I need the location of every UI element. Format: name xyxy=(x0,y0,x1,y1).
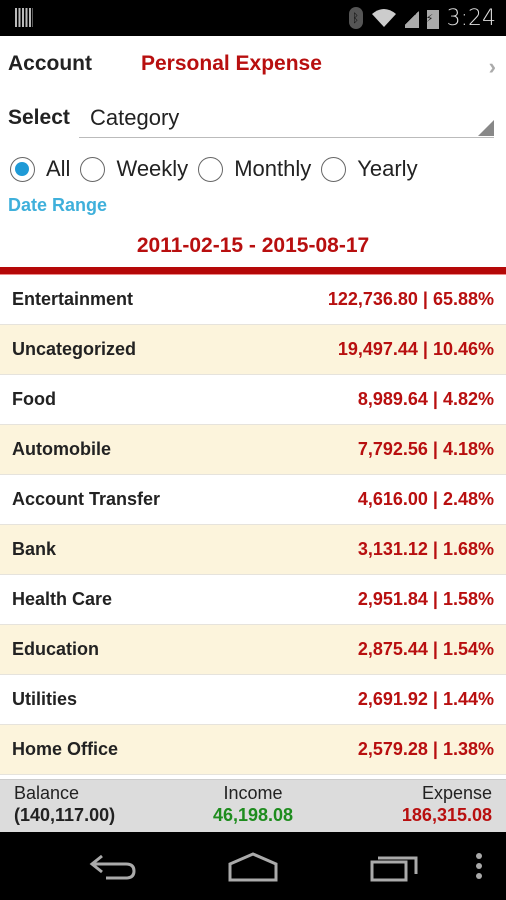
category-name: Bank xyxy=(12,539,57,559)
category-amount: 7,792.56 | 4.18% xyxy=(357,439,494,459)
back-icon[interactable] xyxy=(88,852,136,880)
select-label: Select xyxy=(8,106,70,129)
category-name: Food xyxy=(12,389,56,409)
category-amount: 8,989.64 | 4.82% xyxy=(357,389,494,409)
category-name: Automobile xyxy=(12,439,111,459)
recent-apps-icon[interactable] xyxy=(370,852,418,882)
radio-monthly[interactable]: Monthly xyxy=(198,156,311,182)
signal-icon xyxy=(404,8,419,28)
category-name: Utilities xyxy=(12,689,78,709)
radio-unchecked-icon[interactable] xyxy=(198,156,224,182)
radio-label: Weekly xyxy=(116,156,189,181)
list-item[interactable]: Automobile 7,792.56 | 4.18% xyxy=(0,425,506,475)
category-amount: 2,951.84 | 1.58% xyxy=(357,589,494,609)
radio-yearly[interactable]: Yearly xyxy=(321,156,418,182)
expense-value: 186,315.08 xyxy=(401,805,492,825)
date-range-value[interactable]: 2011-02-15 - 2015-08-17 xyxy=(0,234,506,258)
category-amount: 19,497.44 | 10.46% xyxy=(337,339,494,359)
battery-icon xyxy=(426,7,439,29)
category-name: Health Care xyxy=(12,589,113,609)
category-name: Entertainment xyxy=(12,289,134,309)
radio-label: Monthly xyxy=(234,156,312,181)
account-row[interactable]: Account Personal Expense › xyxy=(8,52,496,82)
radio-unchecked-icon[interactable] xyxy=(321,156,347,182)
period-radio-group: All Weekly Monthly Yearly xyxy=(10,154,428,184)
navigation-bar xyxy=(0,832,506,900)
divider xyxy=(0,267,506,275)
radio-all[interactable]: All xyxy=(10,156,70,182)
notification-icon xyxy=(15,8,33,27)
category-amount: 2,691.92 | 1.44% xyxy=(357,689,494,709)
bluetooth-icon: ᛒ xyxy=(348,7,363,29)
list-item[interactable]: Account Transfer 4,616.00 | 2.48% xyxy=(0,475,506,525)
overflow-menu-icon[interactable] xyxy=(474,852,484,882)
status-bar: ᛒ 3:24 xyxy=(0,0,506,36)
clock: 3:24 xyxy=(446,5,496,31)
radio-checked-icon[interactable] xyxy=(10,156,35,182)
radio-unchecked-icon[interactable] xyxy=(80,156,106,182)
category-amount: 4,616.00 | 2.48% xyxy=(357,489,494,509)
list-item[interactable]: Uncategorized 19,497.44 | 10.46% xyxy=(0,325,506,375)
date-range-label[interactable]: Date Range xyxy=(8,195,107,216)
expense-label: Expense xyxy=(421,783,492,803)
expense-summary: Expense 186,315.08 xyxy=(402,783,492,826)
account-label: Account xyxy=(8,52,92,75)
radio-weekly[interactable]: Weekly xyxy=(80,156,188,182)
list-item[interactable]: Entertainment 122,736.80 | 65.88% xyxy=(0,275,506,325)
chevron-right-icon[interactable]: › xyxy=(489,54,496,80)
category-amount: 2,875.44 | 1.54% xyxy=(357,639,494,659)
category-list[interactable]: Entertainment 122,736.80 | 65.88% Uncateg… xyxy=(0,275,506,775)
category-amount: 3,131.12 | 1.68% xyxy=(357,539,494,559)
category-name: Education xyxy=(12,639,100,659)
category-name: Account Transfer xyxy=(12,489,161,509)
category-name: Uncategorized xyxy=(12,339,137,359)
select-row: Select Category xyxy=(8,105,494,140)
list-item[interactable]: Food 8,989.64 | 4.82% xyxy=(0,375,506,425)
category-amount: 2,579.28 | 1.38% xyxy=(357,739,494,759)
list-item[interactable]: Education 2,875.44 | 1.54% xyxy=(0,625,506,675)
category-name: Home Office xyxy=(12,739,119,759)
wifi-icon xyxy=(371,9,396,27)
dropdown-value: Category xyxy=(90,105,180,130)
list-item[interactable]: Utilities 2,691.92 | 1.44% xyxy=(0,675,506,725)
radio-label: Yearly xyxy=(357,156,418,181)
main-content: Account Personal Expense › Select Catego… xyxy=(0,36,506,832)
list-item[interactable]: Home Office 2,579.28 | 1.38% xyxy=(0,725,506,775)
group-by-dropdown[interactable]: Category xyxy=(79,102,494,138)
summary-bar: Balance (140,117.00) Income 46,198.08 Ex… xyxy=(0,779,506,832)
radio-label: All xyxy=(46,156,71,181)
category-amount: 122,736.80 | 65.88% xyxy=(327,289,494,309)
home-icon[interactable] xyxy=(228,852,278,882)
account-value[interactable]: Personal Expense xyxy=(141,52,322,76)
list-item[interactable]: Bank 3,131.12 | 1.68% xyxy=(0,525,506,575)
dropdown-arrow-icon xyxy=(478,120,494,136)
list-item[interactable]: Health Care 2,951.84 | 1.58% xyxy=(0,575,506,625)
